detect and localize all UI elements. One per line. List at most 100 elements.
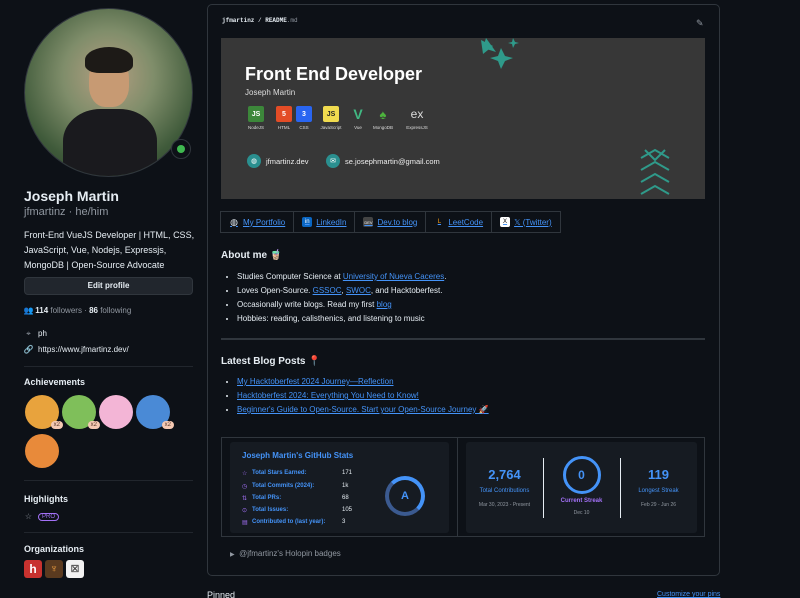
org-avatar[interactable]: ⊠ (66, 560, 84, 578)
github-stats-card[interactable]: Joseph Martin's GitHub Stats ☆ Total Star… (230, 442, 449, 533)
path-separator: / (254, 17, 266, 24)
stats-title: Joseph Martin's GitHub Stats (242, 451, 354, 460)
pinned-title: Pinned (207, 590, 236, 598)
tech-label: MongoDB (372, 125, 393, 130)
blog-post-link[interactable]: My Hacktoberfest 2024 Journey—Reflection (237, 377, 394, 386)
list-item: Studies Computer Science at University o… (237, 270, 446, 284)
link-devto[interactable]: DEV Dev.to blog (354, 211, 427, 233)
about-title: About me 🧋 (221, 250, 283, 261)
divider (24, 366, 193, 367)
tech-javascript: JS JavaScript (319, 106, 343, 130)
blog-post-link[interactable]: Hacktoberfest 2024: Everything You Need … (237, 391, 419, 400)
org-avatar[interactable]: ♆ (45, 560, 63, 578)
swoc-link[interactable]: SWOC (346, 286, 371, 295)
stat-row: ⊙ Total Issues: 105 (242, 507, 372, 514)
x-icon: X (500, 217, 511, 227)
website-row: 🔗 https://www.jfmartinz.dev/ (24, 345, 129, 354)
total-contrib-date: Mar 30, 2023 - Present (478, 502, 531, 508)
highlight-pro-row: ☆ PRO (24, 512, 60, 521)
org-hacktoberfest-avatar[interactable]: h (24, 560, 42, 578)
tech-css: 3 CSS (292, 106, 316, 130)
devto-icon: DEV (363, 217, 374, 227)
issue-icon: ⊙ (242, 508, 248, 514)
list-item: Hacktoberfest 2024: Everything You Need … (237, 389, 489, 403)
online-dot-icon (177, 145, 185, 153)
achievement-badge[interactable]: x2 (136, 395, 174, 429)
blog-link[interactable]: blog (377, 300, 392, 309)
link-leetcode[interactable]: L LeetCode (425, 211, 493, 233)
tech-express: ex ExpressJS (405, 106, 429, 130)
university-link[interactable]: University of Nueva Caceres (343, 272, 444, 281)
stat-label: Total Commits (2024): (252, 483, 315, 489)
status-indicator[interactable] (171, 139, 191, 159)
following-count: 86 (89, 306, 98, 315)
profile-bio: Front-End VueJS Developer | HTML, CSS, J… (24, 230, 195, 270)
stats-table: Joseph Martin's GitHub Stats ☆ Total Star… (221, 437, 705, 537)
stat-value: 3 (342, 519, 346, 525)
email-text: se.josephmartin@gmail.com (345, 156, 440, 166)
list-item: Hobbies: reading, calisthenics, and list… (237, 312, 446, 326)
website-link[interactable]: https://www.jfmartinz.dev/ (38, 345, 129, 354)
avatar-wrap (24, 8, 193, 177)
tech-label: JavaScript (320, 125, 342, 130)
achievement-badge[interactable]: x2 (62, 395, 100, 429)
achievement-badge[interactable] (25, 434, 59, 468)
current-streak-value: 0 (578, 468, 585, 482)
stat-row: ☆ Total Stars Earned: 171 (242, 470, 372, 477)
list-item: My Hacktoberfest 2024 Journey—Reflection (237, 375, 489, 389)
location-row: ⌖ ph (24, 329, 47, 339)
stat-value: 105 (342, 507, 353, 513)
leetcode-icon: L (437, 219, 442, 225)
total-contrib-col: 2,764 Total Contributions Mar 30, 2023 -… (466, 442, 543, 533)
javascript-icon: JS (323, 106, 339, 122)
longest-streak-date: Feb 29 - Jun 26 (640, 502, 677, 508)
social-links: ◍ My Portfolio in LinkedIn DEV Dev.to blog … (220, 211, 561, 233)
following-link[interactable]: 86 following (89, 306, 131, 315)
holopin-summary: @jfmartinz's Holopin badges (239, 549, 341, 558)
link-label: LeetCode (448, 217, 484, 227)
link-linkedin[interactable]: in LinkedIn (293, 211, 356, 233)
link-label: Dev.to blog (377, 217, 418, 227)
badge-count: x2 (87, 421, 100, 429)
edit-profile-button[interactable]: Edit profile (24, 277, 193, 295)
stat-label: Contributed to (last year): (252, 519, 326, 525)
readme-user[interactable]: jfmartinz (222, 17, 254, 24)
section-divider (221, 338, 705, 340)
readme-path: jfmartinz / README.md (222, 17, 298, 24)
link-icon: 🔗 (23, 345, 34, 354)
gssoc-link[interactable]: GSSOC (313, 286, 342, 295)
stat-value: 171 (342, 470, 353, 476)
blog-list: My Hacktoberfest 2024 Journey—Reflection… (237, 375, 489, 417)
readme-file: README (265, 17, 287, 24)
readme-banner: Front End Developer Joseph Martin JS Node… (221, 38, 705, 199)
avatar-hair-shape (85, 47, 133, 73)
achievement-badge[interactable]: x2 (25, 395, 63, 429)
link-portfolio[interactable]: ◍ My Portfolio (220, 211, 295, 233)
vue-icon: V (353, 106, 363, 122)
repo-icon: ▤ (242, 520, 248, 526)
current-streak-date: Dec 10 (573, 510, 590, 516)
streak-stats-card[interactable]: 2,764 Total Contributions Mar 30, 2023 -… (466, 442, 697, 533)
about-text: Loves Open-Source. (237, 286, 313, 295)
tech-label: ExpressJS (406, 125, 428, 130)
blog-post-link[interactable]: Beginner's Guide to Open-Source. Start y… (237, 405, 489, 414)
link-twitter[interactable]: X𝕏 (Twitter) (491, 211, 561, 233)
stat-row: ⇅ Total PRs: 68 (242, 495, 372, 502)
achievement-badge[interactable] (99, 395, 133, 429)
total-contrib-label: Total Contributions (479, 488, 530, 494)
stats-divider (457, 438, 458, 536)
avatar[interactable] (24, 8, 193, 177)
followers-link[interactable]: 114 followers · (35, 306, 87, 315)
stat-value: 68 (342, 495, 349, 501)
grade-ring: A (385, 476, 425, 516)
customize-pins-link[interactable]: Customize your pins (657, 591, 720, 598)
edit-pencil-icon[interactable]: ✎ (696, 18, 704, 29)
tech-mongodb: ♠ MongoDB (371, 106, 395, 131)
link-label: My Portfolio (243, 217, 286, 227)
caret-right-icon: ▶ (230, 552, 235, 558)
organizations-title: Organizations (24, 544, 85, 554)
holopin-details-toggle[interactable]: ▶ @jfmartinz's Holopin badges (230, 549, 341, 558)
contact-email: ✉ se.josephmartin@gmail.com (326, 154, 440, 168)
about-list: Studies Computer Science at University o… (237, 270, 446, 326)
about-text: Studies Computer Science at (237, 272, 343, 281)
